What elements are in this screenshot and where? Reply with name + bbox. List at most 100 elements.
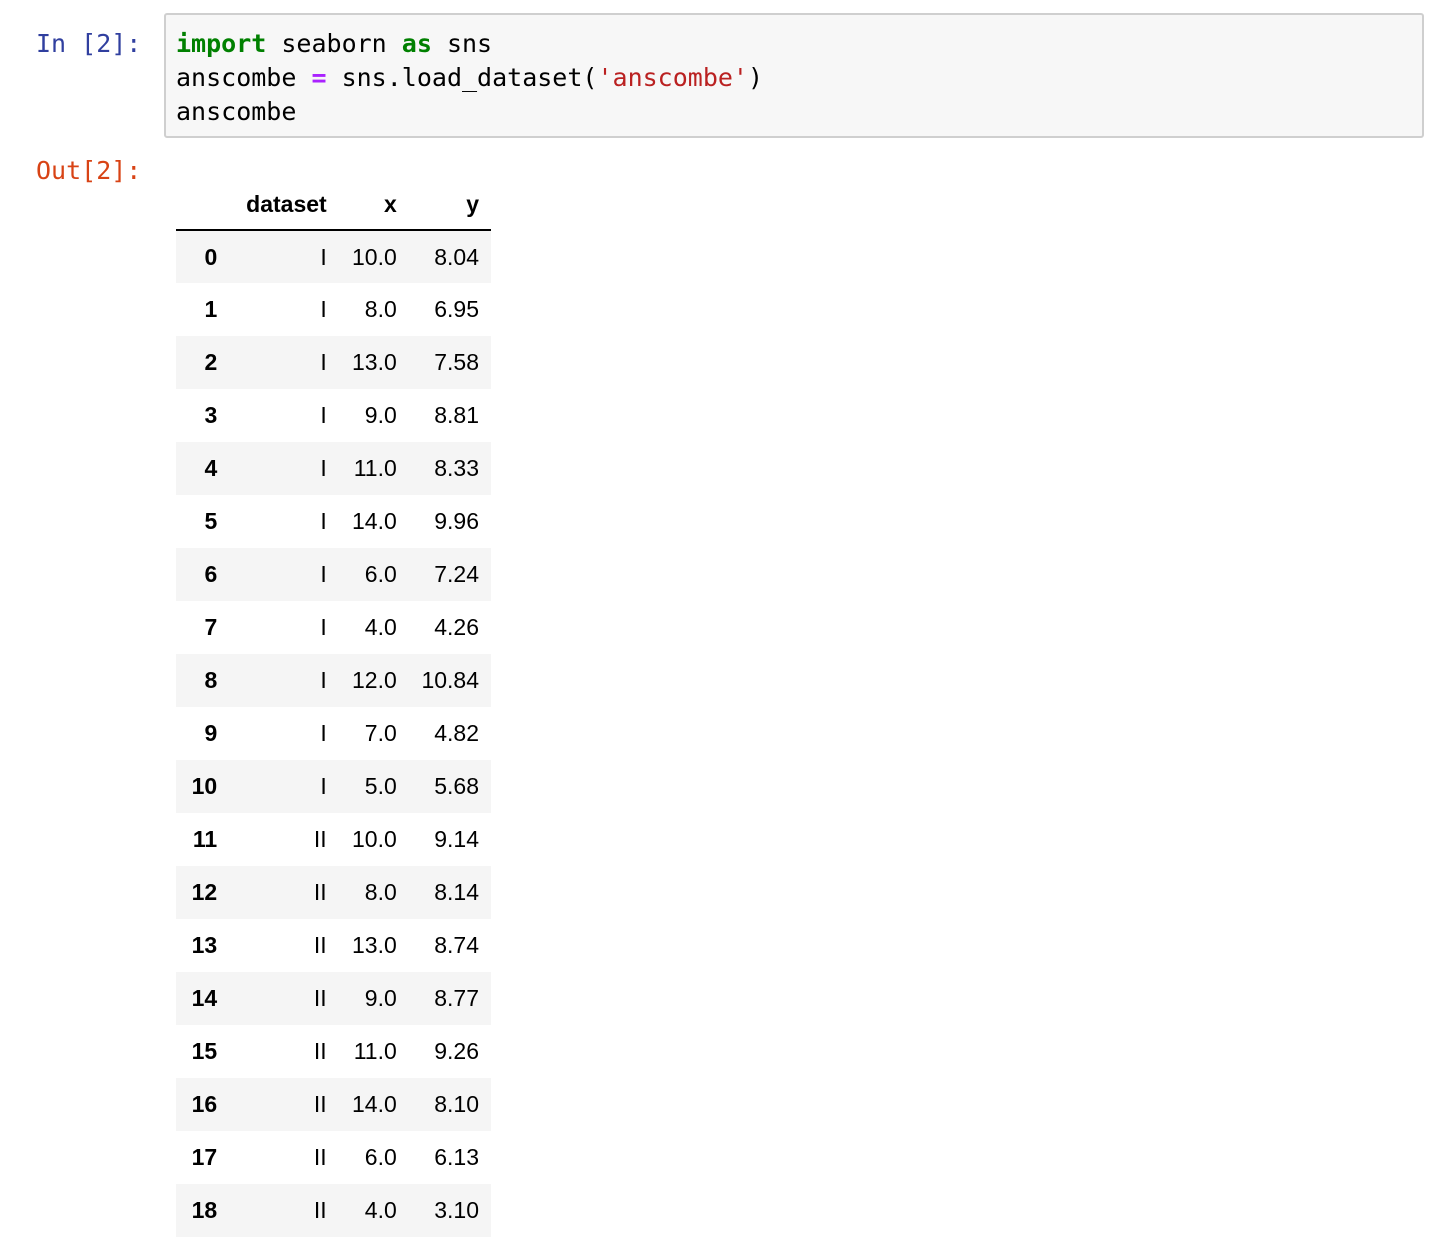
- cell-x: 7.0: [364, 720, 397, 746]
- table-row: 3 I 9.0 8.81: [176, 389, 491, 442]
- table-row: 8 I 12.0 10.84: [176, 654, 491, 707]
- table-row: 9 I 7.0 4.82: [176, 707, 491, 760]
- dataframe-table: dataset x y 0 I 10.0 8.04 1 I 8.0 6.95 2 I 13.0 7.5…: [176, 180, 491, 1237]
- row-index: 5: [204, 508, 218, 534]
- table-row: 10 I 5.0 5.68: [176, 760, 491, 813]
- cell-x: 13.0: [352, 932, 397, 958]
- cell-x: 10.0: [352, 243, 397, 270]
- cell-x: 8.0: [364, 296, 397, 322]
- header-x: x: [338, 180, 409, 231]
- table-row: 11 II 10.0 9.14: [176, 813, 491, 866]
- cell-y: 3.10: [434, 1197, 479, 1223]
- cell-x: 13.0: [352, 349, 397, 375]
- cell-x: 4.0: [364, 614, 397, 640]
- table-row: 1 I 8.0 6.95: [176, 283, 491, 336]
- table-row: 7 I 4.0 4.26: [176, 601, 491, 654]
- cell-dataset: II: [313, 1144, 327, 1170]
- function-call: sns.load_dataset(: [326, 63, 598, 92]
- cell-y: 5.68: [434, 773, 479, 799]
- cell-dataset: II: [313, 1091, 327, 1117]
- cell-dataset: II: [313, 826, 327, 852]
- table-row: 13 II 13.0 8.74: [176, 919, 491, 972]
- table-row: 6 I 6.0 7.24: [176, 548, 491, 601]
- table-row: 18 II 4.0 3.10: [176, 1184, 491, 1237]
- cell-dataset: II: [313, 1038, 327, 1064]
- cell-x: 14.0: [352, 1091, 397, 1117]
- code-line-2: anscombe = sns.load_dataset('anscombe'): [176, 63, 763, 92]
- cell-y: 6.13: [434, 1144, 479, 1170]
- row-index: 15: [191, 1038, 218, 1064]
- cell-dataset: I: [320, 614, 327, 640]
- cell-x: 6.0: [364, 1144, 397, 1170]
- row-index: 4: [204, 455, 218, 481]
- row-index: 11: [192, 826, 218, 852]
- row-index: 1: [204, 296, 218, 322]
- cell-x: 5.0: [364, 773, 397, 799]
- cell-x: 12.0: [352, 667, 397, 693]
- cell-y: 8.14: [434, 879, 479, 905]
- header-dataset: dataset: [229, 180, 339, 231]
- row-index: 17: [191, 1144, 218, 1170]
- row-index: 14: [191, 985, 218, 1011]
- keyword-import: import: [176, 29, 267, 58]
- cell-x: 4.0: [364, 1197, 397, 1223]
- cell-x: 11.0: [353, 455, 397, 481]
- row-index: 7: [204, 614, 218, 640]
- cell-dataset: I: [320, 667, 327, 693]
- module-alias: sns: [431, 29, 493, 58]
- row-index: 18: [191, 1197, 218, 1223]
- table-row: 15 II 11.0 9.26: [176, 1025, 491, 1078]
- cell-y: 4.26: [434, 614, 479, 640]
- row-index: 9: [204, 720, 218, 746]
- cell-dataset: I: [320, 720, 327, 746]
- cell-y: 8.74: [434, 932, 479, 958]
- cell-y: 7.58: [434, 349, 479, 375]
- cell-y: 9.96: [434, 508, 479, 534]
- cell-dataset: II: [313, 1197, 327, 1223]
- cell-dataset: I: [320, 455, 327, 481]
- row-index: 16: [191, 1091, 218, 1117]
- cell-y: 6.95: [434, 296, 479, 322]
- row-index: 8: [204, 667, 218, 693]
- row-index: 2: [204, 349, 218, 375]
- cell-y: 8.04: [434, 243, 479, 270]
- row-index: 13: [191, 932, 218, 958]
- cell-x: 9.0: [364, 402, 397, 428]
- table-row: 5 I 14.0 9.96: [176, 495, 491, 548]
- header-index: [176, 180, 230, 231]
- cell-y: 9.26: [434, 1038, 479, 1064]
- string-argument: 'anscombe': [597, 63, 748, 92]
- cell-dataset: I: [320, 508, 327, 534]
- cell-dataset: I: [320, 402, 327, 428]
- code-text[interactable]: import seaborn as sns anscombe = sns.loa…: [176, 27, 763, 129]
- header-row: dataset x y: [176, 180, 491, 231]
- row-index: 3: [204, 402, 218, 428]
- cell-y: 8.77: [434, 985, 479, 1011]
- cell-dataset: II: [313, 932, 327, 958]
- code-cell-editor[interactable]: import seaborn as sns anscombe = sns.loa…: [164, 13, 1424, 138]
- output-prompt: Out[2]:: [36, 156, 142, 185]
- table-header: dataset x y: [176, 180, 491, 231]
- row-index: 0: [204, 243, 218, 270]
- cell-y: 10.84: [421, 667, 479, 693]
- keyword-as: as: [401, 29, 432, 58]
- cell-dataset: I: [320, 296, 327, 322]
- cell-dataset: II: [313, 985, 327, 1011]
- variable-name: anscombe: [176, 63, 312, 92]
- cell-x: 11.0: [353, 1038, 397, 1064]
- cell-dataset: I: [320, 773, 327, 799]
- cell-dataset: I: [320, 349, 327, 375]
- cell-dataset: I: [320, 243, 327, 270]
- close-paren: ): [747, 63, 764, 92]
- table-row: 16 II 14.0 8.10: [176, 1078, 491, 1131]
- code-line-3: anscombe: [176, 97, 297, 126]
- cell-y: 7.24: [434, 561, 479, 587]
- cell-y: 4.82: [434, 720, 479, 746]
- cell-x: 8.0: [364, 879, 397, 905]
- cell-dataset: II: [313, 879, 327, 905]
- assign-operator: =: [311, 63, 327, 92]
- cell-dataset: I: [320, 561, 327, 587]
- cell-y: 8.81: [434, 402, 479, 428]
- cell-x: 14.0: [352, 508, 397, 534]
- table-row: 14 II 9.0 8.77: [176, 972, 491, 1025]
